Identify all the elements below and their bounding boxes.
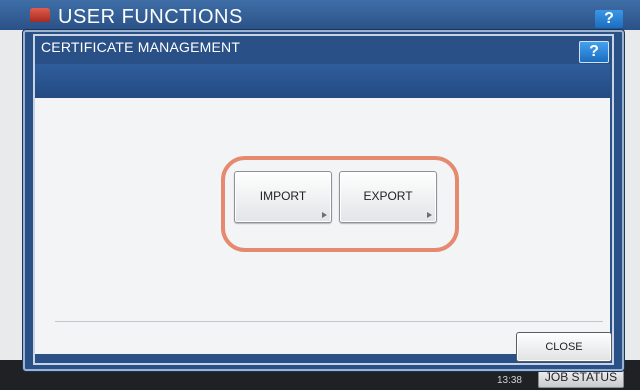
- export-button-label: EXPORT: [363, 189, 413, 203]
- dialog-header-band: [35, 64, 610, 98]
- export-button[interactable]: EXPORT: [339, 171, 437, 223]
- background-title: USER FUNCTIONS: [58, 6, 243, 28]
- dialog-help-button[interactable]: ?: [579, 41, 609, 63]
- triangle-right-icon: [427, 212, 432, 218]
- dialog-titlebar: CERTIFICATE MANAGEMENT ?: [35, 36, 610, 63]
- import-button[interactable]: IMPORT: [234, 171, 332, 223]
- certificate-management-dialog: CERTIFICATE MANAGEMENT ? IMPORT EXPORT C…: [23, 30, 624, 371]
- dialog-body: IMPORT EXPORT CLOSE: [35, 98, 612, 362]
- background-help-button[interactable]: ?: [595, 10, 623, 28]
- user-functions-icon: [30, 8, 50, 22]
- close-button[interactable]: CLOSE: [516, 332, 612, 362]
- dialog-title: CERTIFICATE MANAGEMENT: [41, 39, 241, 55]
- import-button-label: IMPORT: [259, 189, 307, 203]
- divider: [55, 321, 603, 322]
- clock-time: 13:38: [496, 375, 522, 386]
- triangle-right-icon: [322, 212, 327, 218]
